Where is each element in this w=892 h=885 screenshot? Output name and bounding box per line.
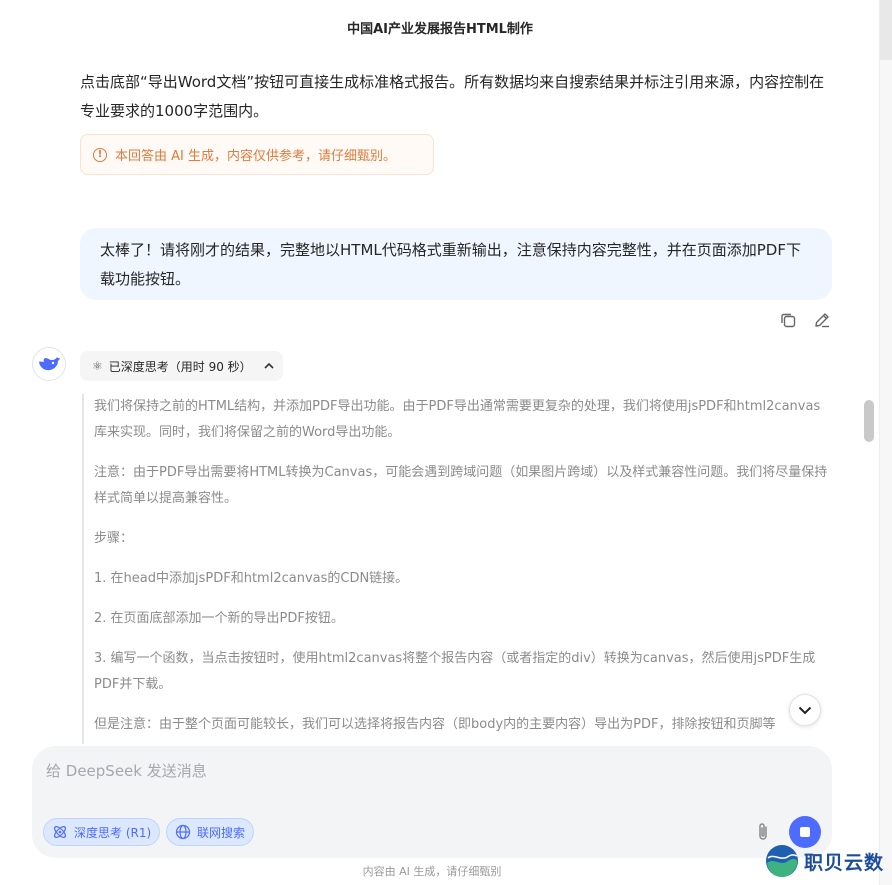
deep-think-button[interactable]: 深度思考 (R1) <box>43 818 161 846</box>
thinking-paragraph: 2. 在页面底部添加一个新的导出PDF按钮。 <box>94 611 344 626</box>
thinking-paragraph: 1. 在head中添加jsPDF和html2canvas的CDN链接。 <box>94 571 409 586</box>
atom-icon <box>54 826 66 838</box>
scrollbar-thumb[interactable] <box>864 400 874 442</box>
copy-icon[interactable] <box>778 310 798 330</box>
web-search-button-label: 联网搜索 <box>197 825 246 840</box>
user-message-text: 太棒了！请将刚才的结果，完整地以HTML代码格式重新输出，注意保持内容完整性，并… <box>100 241 801 288</box>
user-message-bubble: 太棒了！请将刚才的结果，完整地以HTML代码格式重新输出，注意保持内容完整性，并… <box>80 228 832 300</box>
chevron-up-icon <box>264 361 274 372</box>
disclaimer-text: 本回答由 AI 生成，内容仅供参考，请仔细甄别。 <box>115 149 396 164</box>
web-search-button[interactable]: 联网搜索 <box>166 818 255 846</box>
page-title: 中国AI产业发展报告HTML制作 <box>347 22 533 37</box>
thinking-paragraph: 我们将保持之前的HTML结构，并添加PDF导出功能。由于PDF导出通常需要更复杂… <box>94 399 821 440</box>
scroll-to-bottom-button[interactable] <box>789 694 821 726</box>
chevron-down-icon <box>798 706 812 714</box>
scrollbar-track[interactable] <box>879 0 892 885</box>
watermark-text: 职贝云数 <box>804 851 885 874</box>
watermark-logo: 职贝云数 <box>764 842 884 880</box>
deep-think-toggle[interactable]: ⚛ 已深度思考（用时 90 秒） <box>80 351 283 381</box>
thinking-paragraph: 注意：由于PDF导出需要将HTML转换为Canvas，可能会遇到跨域问题（如果图… <box>94 465 828 506</box>
globe-wave-logo-icon <box>766 845 798 877</box>
thinking-paragraph: 但是注意：由于整个页面可能较长，我们可以选择将报告内容（即body内的主要内容）… <box>94 717 776 732</box>
whale-logo-icon <box>39 357 60 371</box>
deep-think-label: 已深度思考（用时 90 秒） <box>108 359 252 374</box>
globe-icon <box>175 824 191 840</box>
scrollbar-top-region[interactable] <box>880 0 892 60</box>
thinking-content: 我们将保持之前的HTML结构，并添加PDF导出功能。由于PDF导出通常需要更复杂… <box>82 394 829 744</box>
attachment-icon[interactable] <box>752 820 774 844</box>
assistant-previous-text: 点击底部“导出Word文档”按钮可直接生成标准格式报告。所有数据均来自搜索结果并… <box>80 73 825 120</box>
thinking-paragraph: 3. 编写一个函数，当点击按钮时，使用html2canvas将整个报告内容（或者… <box>94 651 816 692</box>
thinking-paragraph: 步骤： <box>94 531 134 546</box>
footer-disclaimer: 内容由 AI 生成，请仔细甄别 <box>362 865 502 878</box>
message-composer[interactable]: 给 DeepSeek 发送消息 深度思考 (R1) 联网搜索 <box>32 746 832 858</box>
chat-window: 中国AI产业发展报告HTML制作 点击底部“导出Word文档”按钮可直接生成标准… <box>0 0 892 885</box>
info-icon: ! <box>93 147 107 162</box>
message-input[interactable]: 给 DeepSeek 发送消息 <box>46 760 207 781</box>
edit-icon[interactable] <box>812 310 832 330</box>
atom-icon: ⚛ <box>92 359 103 373</box>
stop-icon <box>800 827 810 837</box>
ai-disclaimer-banner: ! 本回答由 AI 生成，内容仅供参考，请仔细甄别。 <box>80 134 434 175</box>
deepseek-avatar <box>32 347 66 381</box>
deep-think-button-label: 深度思考 (R1) <box>74 825 152 840</box>
